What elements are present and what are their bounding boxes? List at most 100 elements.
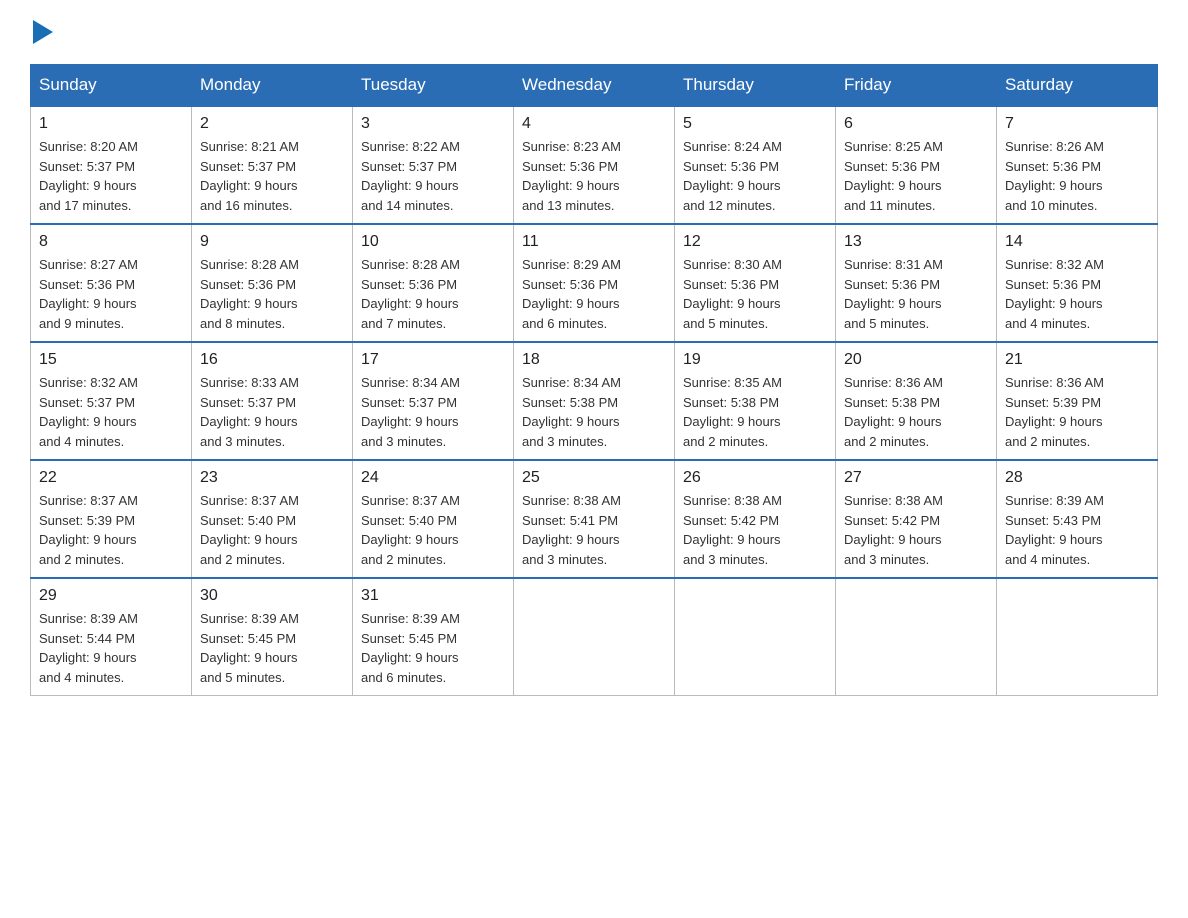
calendar-table: SundayMondayTuesdayWednesdayThursdayFrid… [30, 64, 1158, 696]
weekday-header-row: SundayMondayTuesdayWednesdayThursdayFrid… [31, 65, 1158, 107]
calendar-day-cell: 5 Sunrise: 8:24 AM Sunset: 5:36 PM Dayli… [675, 106, 836, 224]
day-info: Sunrise: 8:27 AM Sunset: 5:36 PM Dayligh… [39, 255, 183, 333]
calendar-week-row: 15 Sunrise: 8:32 AM Sunset: 5:37 PM Dayl… [31, 342, 1158, 460]
day-number: 3 [361, 115, 505, 133]
day-number: 9 [200, 233, 344, 251]
calendar-day-cell: 29 Sunrise: 8:39 AM Sunset: 5:44 PM Dayl… [31, 578, 192, 696]
weekday-header-monday: Monday [192, 65, 353, 107]
day-info: Sunrise: 8:39 AM Sunset: 5:45 PM Dayligh… [200, 609, 344, 687]
calendar-day-cell: 7 Sunrise: 8:26 AM Sunset: 5:36 PM Dayli… [997, 106, 1158, 224]
day-number: 18 [522, 351, 666, 369]
day-info: Sunrise: 8:21 AM Sunset: 5:37 PM Dayligh… [200, 137, 344, 215]
logo-arrow-icon [33, 20, 53, 44]
day-number: 2 [200, 115, 344, 133]
day-number: 6 [844, 115, 988, 133]
weekday-header-sunday: Sunday [31, 65, 192, 107]
day-info: Sunrise: 8:34 AM Sunset: 5:38 PM Dayligh… [522, 373, 666, 451]
calendar-day-cell [836, 578, 997, 696]
day-info: Sunrise: 8:39 AM Sunset: 5:43 PM Dayligh… [1005, 491, 1149, 569]
day-info: Sunrise: 8:38 AM Sunset: 5:42 PM Dayligh… [844, 491, 988, 569]
day-number: 13 [844, 233, 988, 251]
day-number: 31 [361, 587, 505, 605]
calendar-day-cell: 3 Sunrise: 8:22 AM Sunset: 5:37 PM Dayli… [353, 106, 514, 224]
weekday-header-saturday: Saturday [997, 65, 1158, 107]
day-number: 14 [1005, 233, 1149, 251]
calendar-day-cell: 13 Sunrise: 8:31 AM Sunset: 5:36 PM Dayl… [836, 224, 997, 342]
calendar-day-cell: 8 Sunrise: 8:27 AM Sunset: 5:36 PM Dayli… [31, 224, 192, 342]
calendar-day-cell [514, 578, 675, 696]
weekday-header-friday: Friday [836, 65, 997, 107]
day-info: Sunrise: 8:29 AM Sunset: 5:36 PM Dayligh… [522, 255, 666, 333]
calendar-day-cell: 22 Sunrise: 8:37 AM Sunset: 5:39 PM Dayl… [31, 460, 192, 578]
day-info: Sunrise: 8:37 AM Sunset: 5:40 PM Dayligh… [361, 491, 505, 569]
day-info: Sunrise: 8:39 AM Sunset: 5:44 PM Dayligh… [39, 609, 183, 687]
day-info: Sunrise: 8:39 AM Sunset: 5:45 PM Dayligh… [361, 609, 505, 687]
calendar-week-row: 22 Sunrise: 8:37 AM Sunset: 5:39 PM Dayl… [31, 460, 1158, 578]
day-number: 5 [683, 115, 827, 133]
day-info: Sunrise: 8:20 AM Sunset: 5:37 PM Dayligh… [39, 137, 183, 215]
day-info: Sunrise: 8:22 AM Sunset: 5:37 PM Dayligh… [361, 137, 505, 215]
day-number: 11 [522, 233, 666, 251]
day-info: Sunrise: 8:35 AM Sunset: 5:38 PM Dayligh… [683, 373, 827, 451]
calendar-day-cell: 4 Sunrise: 8:23 AM Sunset: 5:36 PM Dayli… [514, 106, 675, 224]
day-number: 26 [683, 469, 827, 487]
calendar-day-cell: 30 Sunrise: 8:39 AM Sunset: 5:45 PM Dayl… [192, 578, 353, 696]
day-info: Sunrise: 8:30 AM Sunset: 5:36 PM Dayligh… [683, 255, 827, 333]
calendar-body: 1 Sunrise: 8:20 AM Sunset: 5:37 PM Dayli… [31, 106, 1158, 696]
day-info: Sunrise: 8:36 AM Sunset: 5:39 PM Dayligh… [1005, 373, 1149, 451]
weekday-header-tuesday: Tuesday [353, 65, 514, 107]
calendar-day-cell: 27 Sunrise: 8:38 AM Sunset: 5:42 PM Dayl… [836, 460, 997, 578]
calendar-day-cell: 6 Sunrise: 8:25 AM Sunset: 5:36 PM Dayli… [836, 106, 997, 224]
day-number: 20 [844, 351, 988, 369]
day-info: Sunrise: 8:28 AM Sunset: 5:36 PM Dayligh… [200, 255, 344, 333]
calendar-day-cell: 24 Sunrise: 8:37 AM Sunset: 5:40 PM Dayl… [353, 460, 514, 578]
day-number: 24 [361, 469, 505, 487]
day-info: Sunrise: 8:37 AM Sunset: 5:39 PM Dayligh… [39, 491, 183, 569]
calendar-day-cell: 16 Sunrise: 8:33 AM Sunset: 5:37 PM Dayl… [192, 342, 353, 460]
day-info: Sunrise: 8:32 AM Sunset: 5:37 PM Dayligh… [39, 373, 183, 451]
calendar-day-cell: 17 Sunrise: 8:34 AM Sunset: 5:37 PM Dayl… [353, 342, 514, 460]
calendar-week-row: 8 Sunrise: 8:27 AM Sunset: 5:36 PM Dayli… [31, 224, 1158, 342]
day-info: Sunrise: 8:38 AM Sunset: 5:41 PM Dayligh… [522, 491, 666, 569]
day-info: Sunrise: 8:28 AM Sunset: 5:36 PM Dayligh… [361, 255, 505, 333]
day-number: 19 [683, 351, 827, 369]
calendar-day-cell: 2 Sunrise: 8:21 AM Sunset: 5:37 PM Dayli… [192, 106, 353, 224]
calendar-day-cell: 14 Sunrise: 8:32 AM Sunset: 5:36 PM Dayl… [997, 224, 1158, 342]
calendar-header: SundayMondayTuesdayWednesdayThursdayFrid… [31, 65, 1158, 107]
day-number: 25 [522, 469, 666, 487]
calendar-day-cell: 10 Sunrise: 8:28 AM Sunset: 5:36 PM Dayl… [353, 224, 514, 342]
day-number: 17 [361, 351, 505, 369]
day-number: 22 [39, 469, 183, 487]
calendar-day-cell: 11 Sunrise: 8:29 AM Sunset: 5:36 PM Dayl… [514, 224, 675, 342]
calendar-day-cell: 15 Sunrise: 8:32 AM Sunset: 5:37 PM Dayl… [31, 342, 192, 460]
day-number: 7 [1005, 115, 1149, 133]
weekday-header-wednesday: Wednesday [514, 65, 675, 107]
calendar-week-row: 29 Sunrise: 8:39 AM Sunset: 5:44 PM Dayl… [31, 578, 1158, 696]
page-header [30, 20, 1158, 44]
day-info: Sunrise: 8:33 AM Sunset: 5:37 PM Dayligh… [200, 373, 344, 451]
day-number: 30 [200, 587, 344, 605]
logo [30, 20, 53, 44]
day-number: 12 [683, 233, 827, 251]
day-info: Sunrise: 8:31 AM Sunset: 5:36 PM Dayligh… [844, 255, 988, 333]
day-info: Sunrise: 8:37 AM Sunset: 5:40 PM Dayligh… [200, 491, 344, 569]
calendar-day-cell: 12 Sunrise: 8:30 AM Sunset: 5:36 PM Dayl… [675, 224, 836, 342]
day-number: 21 [1005, 351, 1149, 369]
day-number: 29 [39, 587, 183, 605]
calendar-day-cell: 25 Sunrise: 8:38 AM Sunset: 5:41 PM Dayl… [514, 460, 675, 578]
day-number: 10 [361, 233, 505, 251]
day-info: Sunrise: 8:23 AM Sunset: 5:36 PM Dayligh… [522, 137, 666, 215]
weekday-header-thursday: Thursday [675, 65, 836, 107]
calendar-day-cell: 31 Sunrise: 8:39 AM Sunset: 5:45 PM Dayl… [353, 578, 514, 696]
day-number: 4 [522, 115, 666, 133]
calendar-week-row: 1 Sunrise: 8:20 AM Sunset: 5:37 PM Dayli… [31, 106, 1158, 224]
day-info: Sunrise: 8:26 AM Sunset: 5:36 PM Dayligh… [1005, 137, 1149, 215]
day-number: 15 [39, 351, 183, 369]
day-number: 28 [1005, 469, 1149, 487]
day-info: Sunrise: 8:25 AM Sunset: 5:36 PM Dayligh… [844, 137, 988, 215]
day-info: Sunrise: 8:36 AM Sunset: 5:38 PM Dayligh… [844, 373, 988, 451]
day-number: 16 [200, 351, 344, 369]
calendar-day-cell: 26 Sunrise: 8:38 AM Sunset: 5:42 PM Dayl… [675, 460, 836, 578]
calendar-day-cell: 9 Sunrise: 8:28 AM Sunset: 5:36 PM Dayli… [192, 224, 353, 342]
calendar-day-cell: 23 Sunrise: 8:37 AM Sunset: 5:40 PM Dayl… [192, 460, 353, 578]
